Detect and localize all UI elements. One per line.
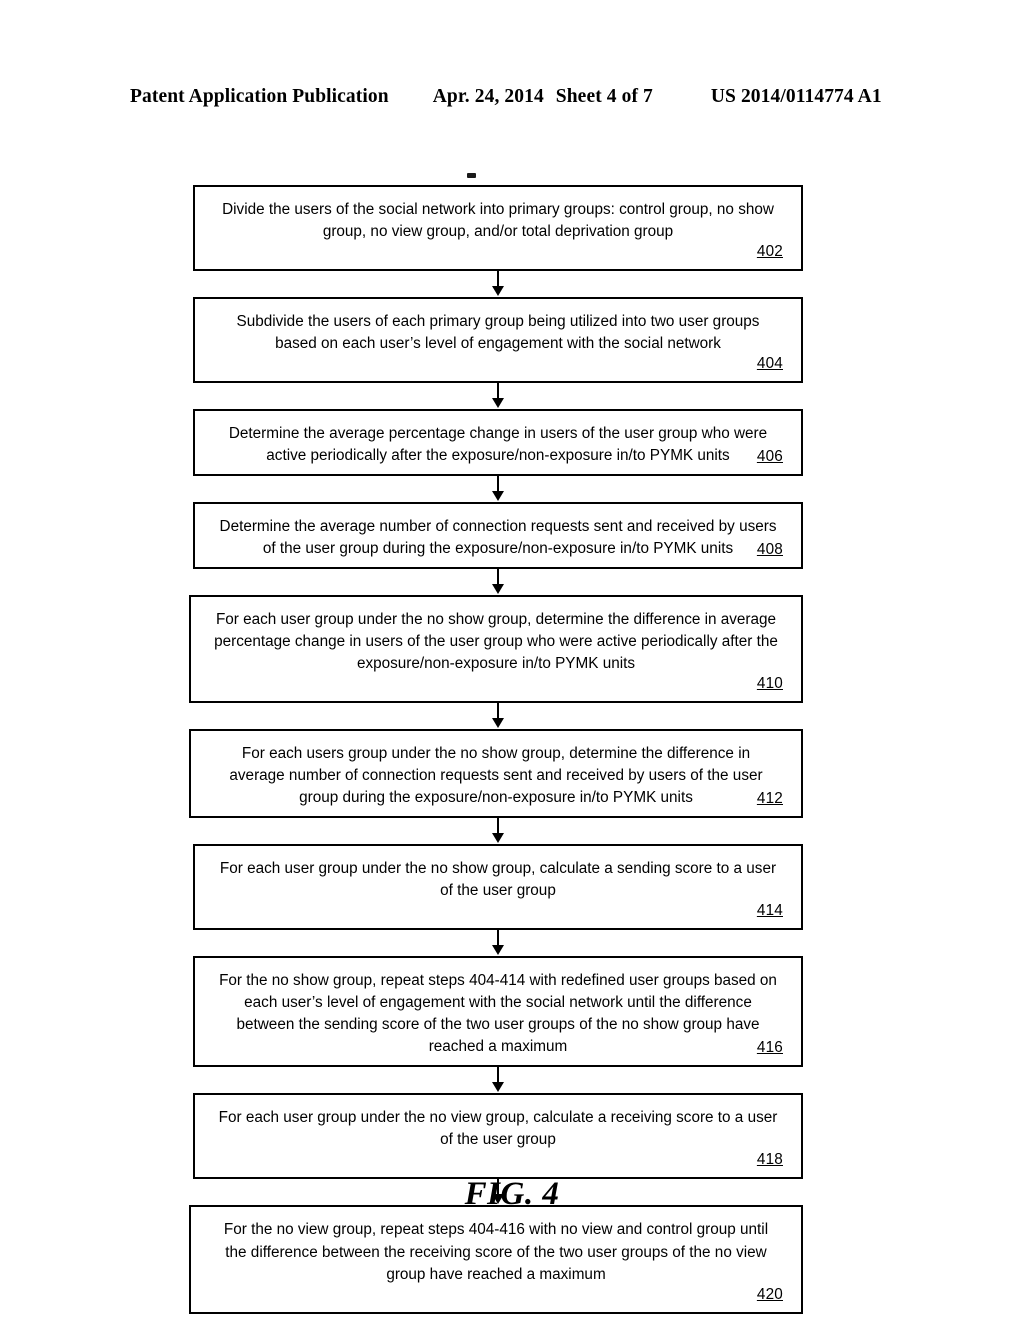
step-402-ref-row: 402 <box>209 241 787 263</box>
connector-arrow-402-404 <box>193 271 803 297</box>
step-420-ref-row: 420 <box>205 1284 787 1306</box>
header-patent-number: US 2014/0114774 A1 <box>710 86 882 107</box>
connector-arrow-406-408 <box>193 476 803 502</box>
step-402-ref: 402 <box>756 243 783 261</box>
step-418-ref: 418 <box>756 1151 783 1169</box>
step-410-ref-row: 410 <box>205 673 787 695</box>
step-406-text: Determine the average percentage change … <box>228 425 768 465</box>
step-418-text: For each user group under the no view gr… <box>218 1109 778 1149</box>
step-408-text: Determine the average number of connecti… <box>219 518 777 558</box>
flowchart-step-410: For each user group under the no show gr… <box>189 595 803 704</box>
step-410-ref: 410 <box>756 675 783 693</box>
step-420-text: For the no view group, repeat steps 404-… <box>223 1221 769 1283</box>
step-418-ref-row: 418 <box>209 1149 787 1171</box>
step-404-ref-row: 404 <box>209 353 787 375</box>
scan-artifact-mark <box>467 173 476 178</box>
connector-arrow-408-410 <box>193 569 803 595</box>
flowchart-step-402: Divide the users of the social network i… <box>193 185 803 272</box>
flowchart-step-406: Determine the average percentage change … <box>193 409 803 477</box>
step-414-text: For each user group under the no show gr… <box>219 860 777 900</box>
header-sheet-label: Sheet 4 of 7 <box>555 86 653 107</box>
flowchart-diagram: Divide the users of the social network i… <box>189 173 803 1314</box>
flowchart-step-418: For each user group under the no view gr… <box>193 1093 803 1180</box>
step-412-ref: 412 <box>756 790 783 808</box>
step-406-ref: 406 <box>756 448 783 466</box>
flowchart-step-412: For each users group under the no show g… <box>189 729 803 819</box>
figure-caption: FIG. 4 <box>464 1176 560 1212</box>
header-publication-label: Patent Application Publication <box>130 86 389 107</box>
header-date-label: Apr. 24, 2014 <box>432 86 544 107</box>
flowchart-step-420: For the no view group, repeat steps 404-… <box>189 1205 803 1314</box>
step-420-ref: 420 <box>756 1285 783 1303</box>
page-header: Patent Application Publication Apr. 24, … <box>130 86 894 108</box>
step-416-ref: 416 <box>756 1039 783 1057</box>
connector-arrow-410-412 <box>193 703 803 729</box>
step-404-ref: 404 <box>756 355 783 373</box>
step-404-text: Subdivide the users of each primary grou… <box>236 313 760 353</box>
flowchart-step-404: Subdivide the users of each primary grou… <box>193 297 803 384</box>
connector-arrow-416-418 <box>193 1067 803 1093</box>
flowchart-step-408: Determine the average number of connecti… <box>193 502 803 570</box>
step-402-text: Divide the users of the social network i… <box>222 201 774 241</box>
connector-arrow-412-414 <box>193 818 803 844</box>
flowchart-step-416: For the no show group, repeat steps 404-… <box>193 956 803 1068</box>
connector-arrow-414-416 <box>193 930 803 956</box>
flowchart-step-414: For each user group under the no show gr… <box>193 844 803 931</box>
step-414-ref: 414 <box>756 902 783 920</box>
step-414-ref-row: 414 <box>209 900 787 922</box>
step-410-text: For each user group under the no show gr… <box>214 611 778 673</box>
step-408-ref: 408 <box>756 541 783 559</box>
connector-arrow-404-406 <box>193 383 803 409</box>
